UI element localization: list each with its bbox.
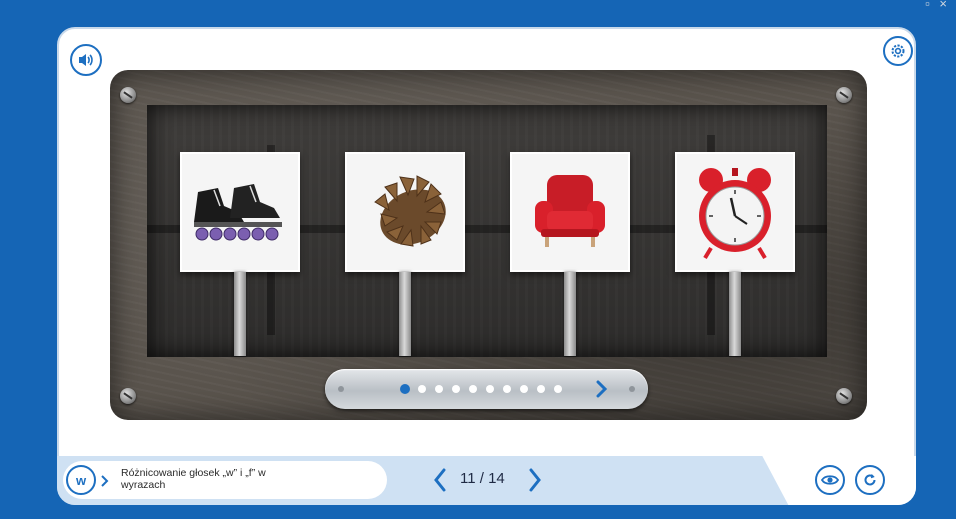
prev-page-button[interactable]	[432, 467, 448, 493]
slide-dots-bar	[325, 369, 648, 409]
settings-button[interactable]	[883, 36, 913, 66]
speaker-icon	[79, 54, 93, 66]
page-counter: 11 / 14	[460, 470, 505, 487]
picture-stick	[399, 272, 411, 356]
slide-dot[interactable]	[435, 385, 443, 393]
gear-icon	[891, 44, 905, 58]
slide-dot[interactable]	[503, 385, 511, 393]
screw-decoration	[836, 388, 852, 404]
picture-card-roller-skates[interactable]	[180, 152, 300, 272]
next-slide-button[interactable]	[595, 379, 609, 404]
picture-card-alarm-clock[interactable]	[675, 152, 795, 272]
screw-decoration	[120, 87, 136, 103]
slide-dot[interactable]	[486, 385, 494, 393]
alarm-clock-icon	[699, 168, 771, 260]
rivet-decoration	[338, 386, 344, 392]
slide-dot[interactable]	[400, 384, 410, 394]
reset-icon	[864, 474, 876, 486]
pine-cone-icon	[374, 175, 446, 247]
picture-stick	[564, 272, 576, 356]
picture-stick	[729, 272, 741, 356]
armchair-icon	[535, 175, 605, 247]
chevron-right-icon	[596, 380, 608, 398]
reset-button[interactable]	[855, 465, 885, 495]
lesson-title: Różnicowanie głosek „w” i „f” w wyrazach	[121, 467, 266, 491]
rivet-decoration	[629, 386, 635, 392]
screw-decoration	[120, 388, 136, 404]
eye-icon	[821, 475, 839, 485]
screw-decoration	[836, 87, 852, 103]
show-answer-button[interactable]	[815, 465, 845, 495]
picture-card-pine-cone[interactable]	[345, 152, 465, 272]
slide-dot[interactable]	[520, 385, 528, 393]
picture-stick	[234, 272, 246, 356]
slide-dot[interactable]	[452, 385, 460, 393]
roller-skates-icon	[194, 184, 282, 241]
audio-button[interactable]	[70, 44, 102, 76]
chevron-right-icon[interactable]	[100, 474, 110, 488]
lesson-code-badge[interactable]: w	[66, 465, 96, 495]
slide-dot[interactable]	[537, 385, 545, 393]
slide-dot[interactable]	[554, 385, 562, 393]
slide-dot[interactable]	[418, 385, 426, 393]
slide-dot[interactable]	[469, 385, 477, 393]
picture-card-armchair[interactable]	[510, 152, 630, 272]
next-page-button[interactable]	[527, 467, 543, 493]
window-controls-glyphs: ▫ ×	[925, 0, 950, 11]
